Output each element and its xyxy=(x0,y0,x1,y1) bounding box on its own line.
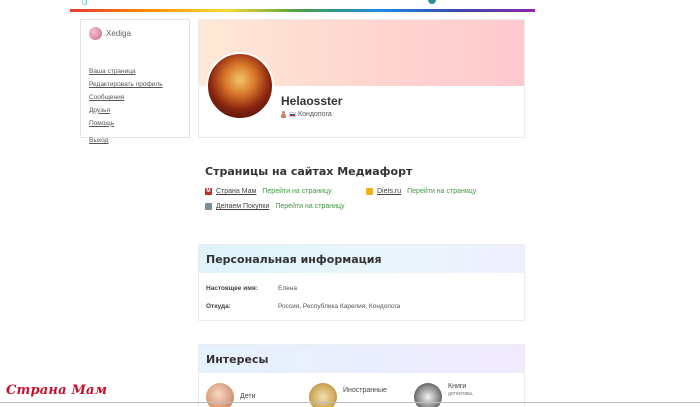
personal-info-header: Персональная информация xyxy=(199,245,524,273)
interest-image-languages xyxy=(309,383,337,407)
interest-image-books xyxy=(414,383,442,407)
interest-sub-books: детективы, xyxy=(448,391,474,397)
sidebar-item-friends[interactable]: Друзья xyxy=(89,105,163,118)
site-item-diets: Diets.ru Перейти на страницу xyxy=(366,188,476,195)
personal-info-card: Персональная информация Настоящее имя: Е… xyxy=(198,244,525,321)
site-item-delaem-pokupki: Делаем Покупки Перейти на страницу xyxy=(205,203,345,210)
info-row-from: Откуда: Россия, Республика Карелия, Конд… xyxy=(206,303,400,310)
strana-mam-icon: М xyxy=(205,188,212,195)
person-icon xyxy=(281,111,286,118)
bottom-divider xyxy=(0,402,700,403)
interests-title: Интересы xyxy=(206,352,269,366)
sidebar-menu: Ваша страница Редактировать профиль Сооб… xyxy=(89,66,163,131)
site-item-strana-mam: М Страна Мам Перейти на страницу xyxy=(205,188,332,195)
sidebar-item-messages[interactable]: Сообщения xyxy=(89,92,163,105)
site-link-diets[interactable]: Перейти на страницу xyxy=(407,188,476,195)
info-row-real-name: Настоящее имя: Елена xyxy=(206,285,297,292)
profile-username: Helaosster xyxy=(281,94,343,108)
info-value-real-name: Елена xyxy=(278,285,297,292)
interest-item-kids[interactable]: Дети xyxy=(206,383,256,407)
diets-icon xyxy=(366,188,373,195)
site-name-strana-mam[interactable]: Страна Мам xyxy=(216,188,256,195)
delaem-pokupki-icon xyxy=(205,203,212,210)
sidebar-user-name[interactable]: Xediga xyxy=(106,29,131,38)
site-name-delaem-pokupki[interactable]: Делаем Покупки xyxy=(216,203,269,210)
sites-title: Страницы на сайтах Медиафорт xyxy=(205,165,413,178)
site-link-strana-mam[interactable]: Перейти на страницу xyxy=(262,188,331,195)
interests-header: Интересы xyxy=(199,345,524,373)
rainbow-divider xyxy=(70,9,535,12)
sidebar-item-help[interactable]: Помощь xyxy=(89,118,163,131)
personal-info-title: Персональная информация xyxy=(206,252,382,266)
interest-image-kids xyxy=(206,383,234,407)
info-label-real-name: Настоящее имя: xyxy=(206,285,258,292)
site-name-diets[interactable]: Diets.ru xyxy=(377,188,401,195)
profile-card: Helaosster Кондопога xyxy=(198,19,525,138)
interest-item-languages[interactable]: Иностранные xyxy=(309,383,387,407)
interest-label-books: Книги xyxy=(448,383,467,390)
interest-label-languages: Иностранные xyxy=(343,387,387,394)
sidebar: Xediga Ваша страница Редактировать профи… xyxy=(80,19,190,144)
interest-label-kids: Дети xyxy=(240,393,256,400)
profile-location-text: Кондопога xyxy=(298,111,332,118)
interests-card: Интересы Дети Иностранные Книги детектив… xyxy=(198,344,525,407)
interest-text-books: Книги детективы, xyxy=(448,383,474,397)
sidebar-user[interactable]: Xediga xyxy=(89,27,131,40)
logout-link[interactable]: Выход xyxy=(89,137,108,144)
profile-photo[interactable] xyxy=(206,52,274,120)
russia-flag-icon xyxy=(289,112,296,117)
site-logo-icon[interactable]: ଓ xyxy=(82,0,104,6)
interest-item-books[interactable]: Книги детективы, xyxy=(414,383,474,407)
strana-mam-watermark: Страна Мам xyxy=(6,383,108,398)
avatar[interactable] xyxy=(89,27,102,40)
sidebar-item-my-page[interactable]: Ваша страница xyxy=(89,66,163,79)
site-link-delaem-pokupki[interactable]: Перейти на страницу xyxy=(275,203,344,210)
header-indicator xyxy=(428,0,436,4)
info-label-from: Откуда: xyxy=(206,303,231,310)
info-value-from: Россия, Республика Карелия, Кондопога xyxy=(278,303,401,310)
sidebar-item-edit-profile[interactable]: Редактировать профиль xyxy=(89,79,163,92)
profile-location: Кондопога xyxy=(281,111,332,118)
